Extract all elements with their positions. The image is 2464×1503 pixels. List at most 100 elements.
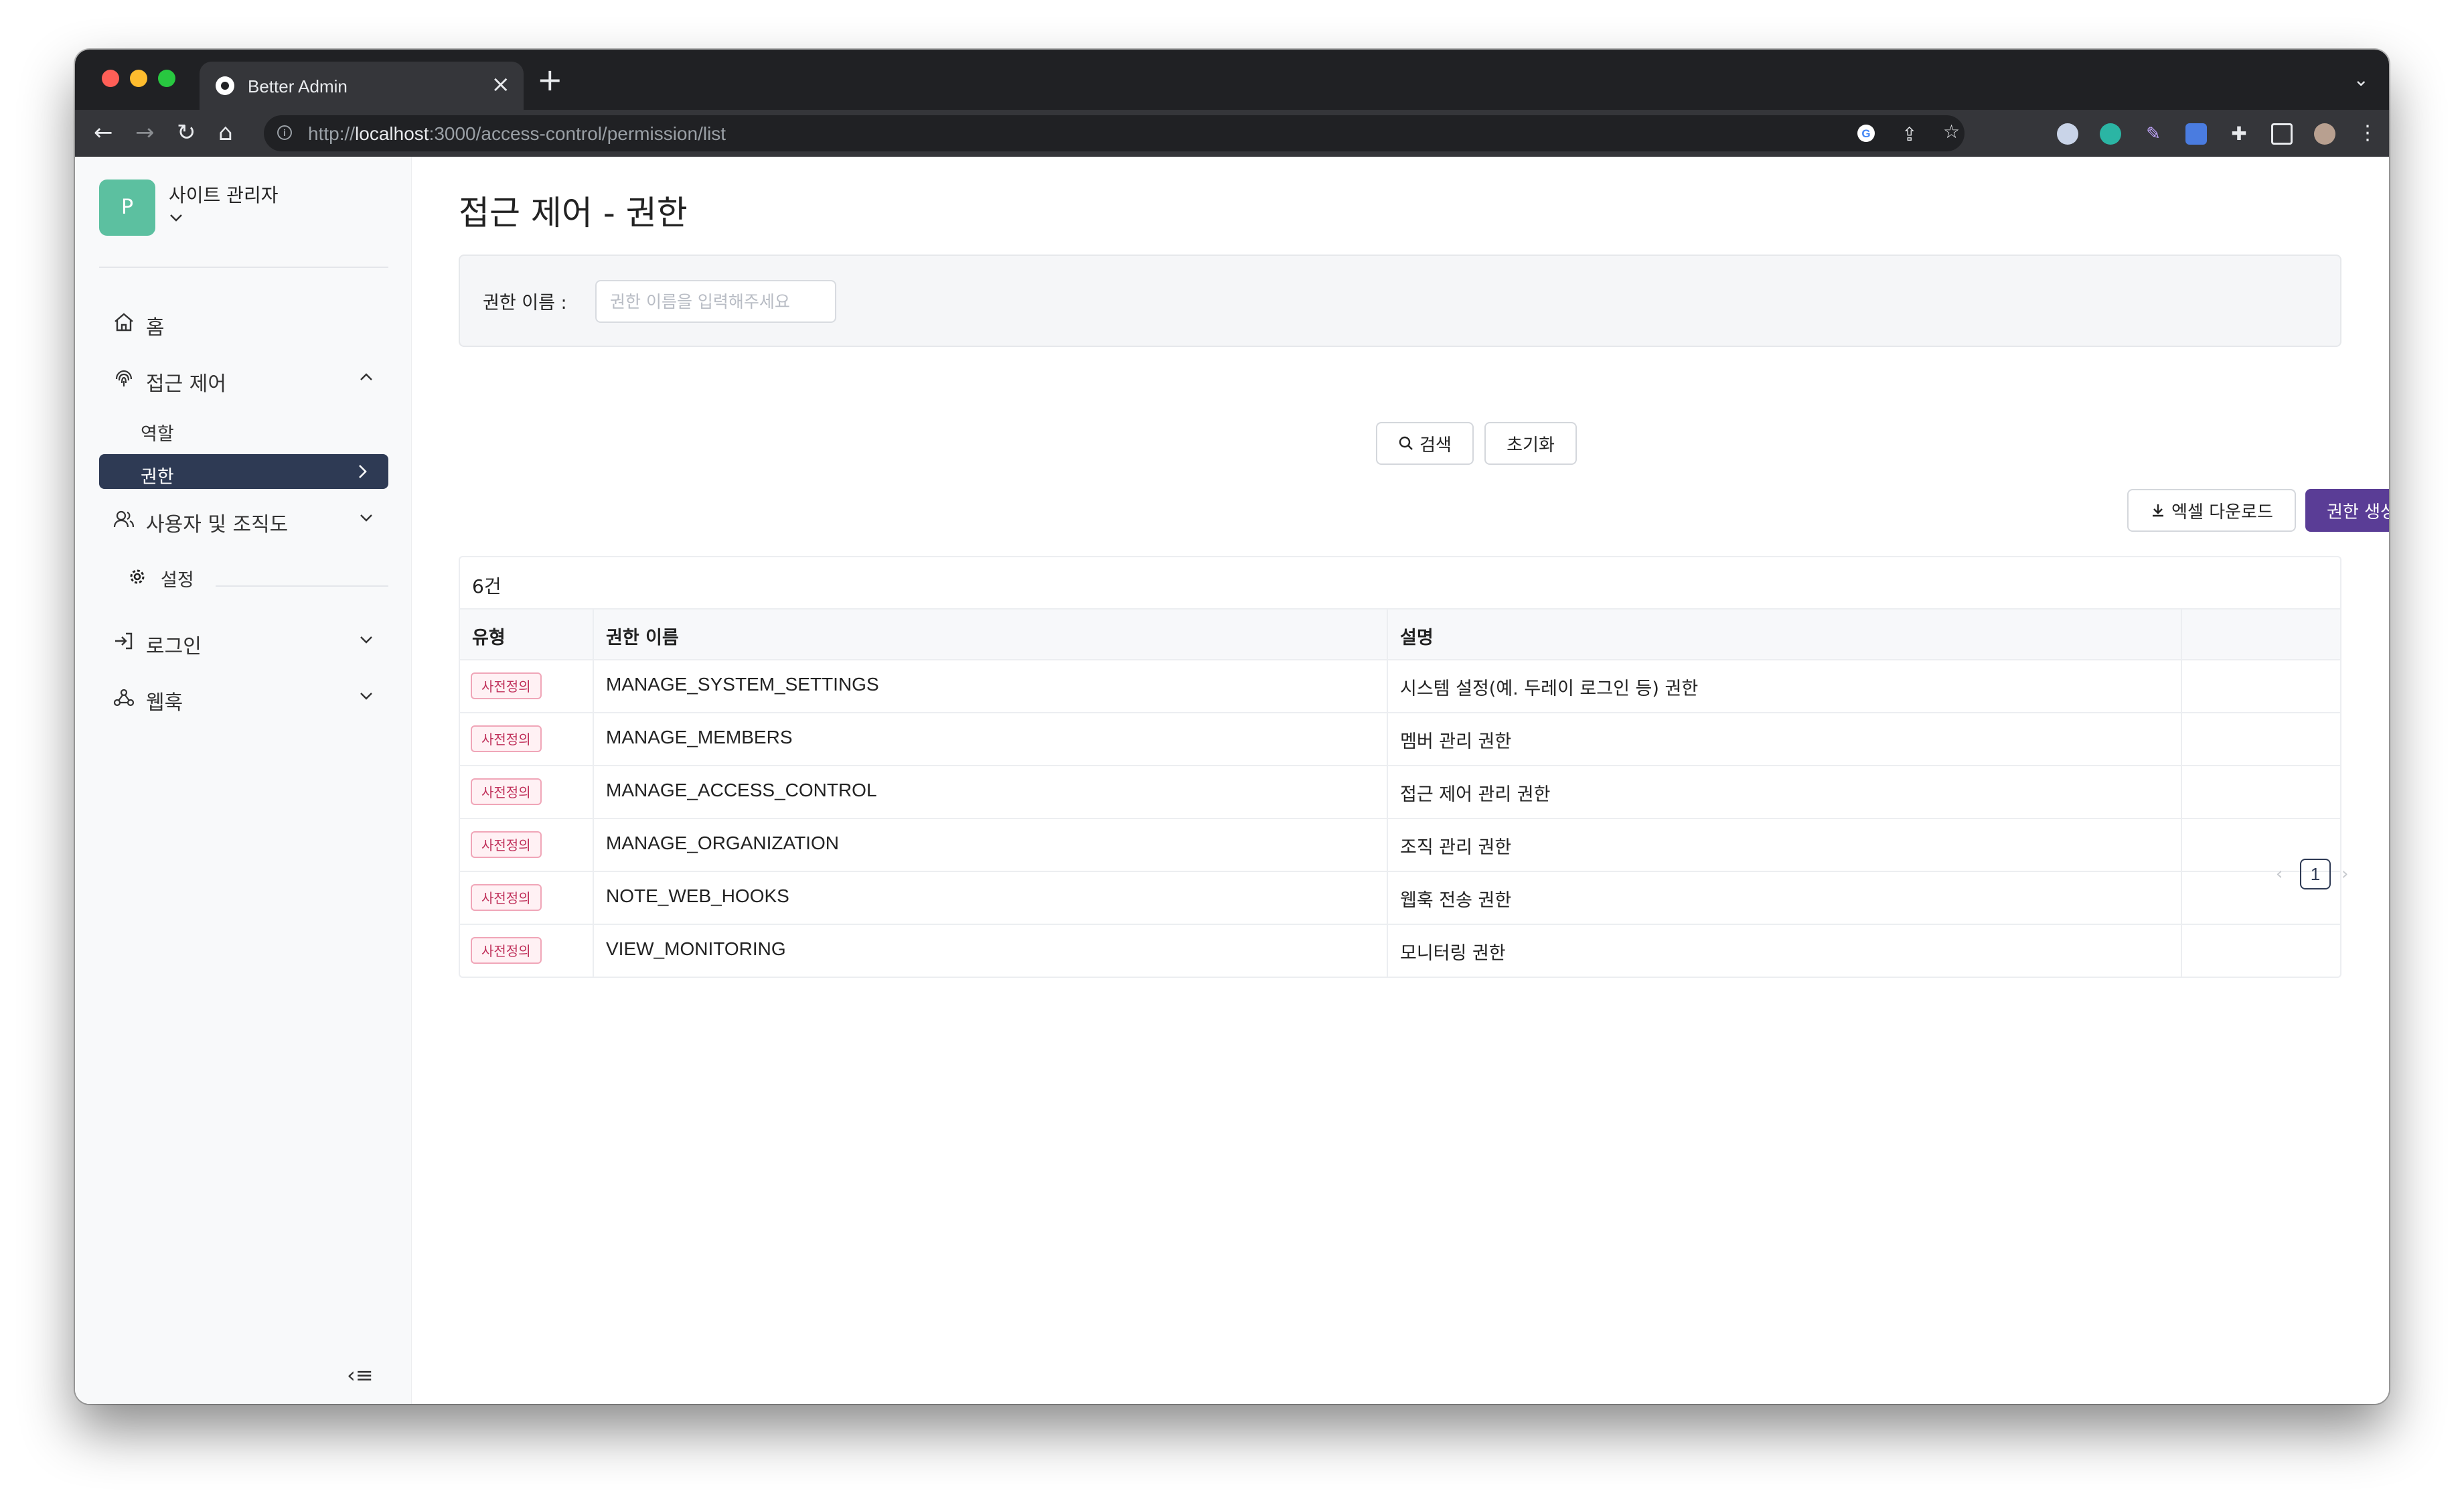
permission-description: 시스템 설정(예. 두레이 로그인 등) 권한	[1400, 678, 1699, 699]
extension-badge-icon[interactable]	[2185, 123, 2207, 145]
browser-tab[interactable]: Better Admin ×	[200, 62, 524, 110]
search-button[interactable]: 검색	[1376, 422, 1474, 465]
sidebar-item-label: 접근 제어	[146, 372, 226, 396]
site-name[interactable]: 사이트 관리자	[169, 181, 278, 208]
tab-close-icon[interactable]: ×	[491, 71, 511, 98]
table-row[interactable]: 사전정의 MANAGE_ACCESS_CONTROL 접근 제어 관리 권한	[460, 766, 2340, 819]
sidebar-item-label: 설정	[161, 570, 194, 591]
browser-toolbar: ← → ↻ ⌂ i http://localhost:3000/access-c…	[75, 110, 2389, 157]
close-window-button[interactable]	[102, 70, 119, 87]
address-bar[interactable]: i http://localhost:3000/access-control/p…	[264, 115, 1965, 151]
pagination-page-current[interactable]: 1	[2300, 859, 2331, 889]
table-row[interactable]: 사전정의 VIEW_MONITORING 모니터링 권한	[460, 925, 2340, 978]
chevron-right-icon	[359, 465, 367, 478]
side-panel-icon[interactable]	[2271, 123, 2293, 145]
site-switch-chevron-icon[interactable]	[169, 208, 183, 226]
reset-button[interactable]: 초기화	[1484, 422, 1577, 465]
sidebar-divider	[216, 585, 388, 587]
sidebar-item-label: 사용자 및 조직도	[146, 513, 289, 536]
login-icon	[115, 632, 133, 650]
table-row[interactable]: 사전정의 MANAGE_MEMBERS 멤버 관리 권한	[460, 713, 2340, 766]
table-row[interactable]: 사전정의 MANAGE_SYSTEM_SETTINGS 시스템 설정(예. 두레…	[460, 660, 2340, 713]
sidebar-item-access-control[interactable]: 접근 제어	[99, 358, 388, 398]
chevron-up-icon	[360, 373, 372, 380]
chevron-down-icon	[360, 636, 372, 644]
create-permission-label: 권한 생성	[2327, 502, 2389, 522]
sidebar-item-settings[interactable]: 설정	[99, 556, 388, 596]
sidebar-divider	[99, 267, 388, 268]
column-divider	[1387, 608, 1388, 978]
search-panel: 권한 이름 :	[459, 255, 2341, 347]
bookmark-star-icon[interactable]: ☆	[1943, 121, 1960, 143]
download-icon	[2153, 504, 2164, 517]
tab-search-chevron-icon[interactable]: ⌄	[2354, 68, 2369, 90]
permission-name-search-input[interactable]	[595, 280, 836, 323]
kebab-menu-icon[interactable]: ⋮	[2357, 123, 2378, 145]
webhook-icon	[113, 689, 135, 707]
sidebar-item-label: 웹훅	[146, 691, 183, 715]
sidebar-item-login[interactable]: 로그인	[99, 620, 388, 660]
permission-description: 모니터링 권한	[1400, 943, 1506, 964]
permission-name: MANAGE_SYSTEM_SETTINGS	[606, 674, 879, 695]
sidebar-collapse-icon[interactable]: ‹≡	[347, 1362, 374, 1388]
page-title: 접근 제어 - 권한	[459, 194, 688, 232]
minimize-window-button[interactable]	[130, 70, 147, 87]
column-header-name: 권한 이름	[606, 628, 679, 648]
sidebar-subitem-roles[interactable]: 역할	[99, 411, 388, 446]
forward-arrow-icon[interactable]: →	[135, 119, 155, 146]
browser-window: Better Admin × + ⌄ ← → ↻ ⌂ i http://loca…	[75, 50, 2389, 1404]
sidebar-subitem-label: 권한	[141, 467, 174, 488]
favicon-icon	[216, 76, 234, 95]
site-avatar: P	[99, 180, 155, 236]
profile-avatar[interactable]	[2314, 123, 2335, 145]
search-button-label: 검색	[1419, 435, 1452, 455]
sidebar-subitem-permissions[interactable]: 권한	[99, 454, 388, 489]
column-divider	[593, 608, 594, 978]
url-text[interactable]: http://localhost:3000/access-control/per…	[308, 123, 726, 145]
reload-icon[interactable]: ↻	[177, 119, 196, 146]
permission-name: MANAGE_ACCESS_CONTROL	[606, 780, 877, 800]
column-header-type: 유형	[472, 628, 506, 648]
sidebar-item-label: 로그인	[146, 635, 202, 658]
table-row[interactable]: 사전정의 MANAGE_ORGANIZATION 조직 관리 권한	[460, 819, 2340, 872]
permission-table: 6건 유형 권한 이름 설명 사전정의 MANAGE_SYSTEM_SETTIN…	[459, 556, 2341, 978]
google-lens-icon[interactable]: G	[1856, 123, 1876, 148]
excel-download-label: 엑셀 다운로드	[2171, 502, 2273, 522]
sidebar-item-webhook[interactable]: 웹훅	[99, 676, 388, 717]
chevron-down-icon	[360, 693, 372, 700]
type-badge: 사전정의	[471, 672, 542, 699]
back-arrow-icon[interactable]: ←	[94, 119, 113, 146]
type-badge: 사전정의	[471, 778, 542, 805]
pen-extension-icon[interactable]: ✎	[2143, 123, 2164, 145]
maximize-window-button[interactable]	[158, 70, 175, 87]
sidebar: P 사이트 관리자 홈 접근 제어 역할 권한 사용자 및 조직도 설정 로그인…	[75, 157, 412, 1404]
home-button-icon[interactable]: ⌂	[218, 119, 233, 146]
create-permission-button[interactable]: 권한 생성	[2305, 489, 2389, 532]
home-icon	[114, 313, 133, 332]
result-count: 6건	[472, 575, 502, 597]
site-info-icon[interactable]: i	[277, 125, 292, 140]
permission-name: MANAGE_MEMBERS	[606, 727, 793, 747]
permission-description: 멤버 관리 권한	[1400, 731, 1512, 752]
excel-download-button[interactable]: 엑셀 다운로드	[2127, 489, 2296, 532]
sidebar-item-users-org[interactable]: 사용자 및 조직도	[99, 498, 388, 539]
sidebar-item-home[interactable]: 홈	[99, 301, 388, 342]
table-row[interactable]: 사전정의 NOTE_WEB_HOOKS 웹훅 전송 권한	[460, 872, 2340, 925]
pagination-next-icon[interactable]: ›	[2341, 864, 2348, 884]
sidebar-subitem-label: 역할	[141, 424, 174, 445]
permission-name: NOTE_WEB_HOOKS	[606, 885, 789, 906]
extension-circle-icon[interactable]	[2057, 123, 2078, 145]
extension-m-icon[interactable]	[2100, 123, 2121, 145]
search-icon	[1399, 436, 1413, 450]
gear-icon	[130, 569, 145, 584]
users-icon	[113, 510, 135, 528]
sidebar-item-label: 홈	[146, 316, 165, 340]
new-tab-button[interactable]: +	[537, 64, 563, 95]
tab-strip: Better Admin × + ⌄	[75, 50, 2389, 110]
extensions-puzzle-icon[interactable]: ✚	[2228, 123, 2250, 145]
pagination-prev-icon[interactable]: ‹	[2276, 864, 2283, 884]
chevron-down-icon	[360, 514, 372, 522]
share-icon[interactable]: ⇪	[1902, 123, 1917, 145]
type-badge: 사전정의	[471, 831, 542, 858]
type-badge: 사전정의	[471, 725, 542, 752]
